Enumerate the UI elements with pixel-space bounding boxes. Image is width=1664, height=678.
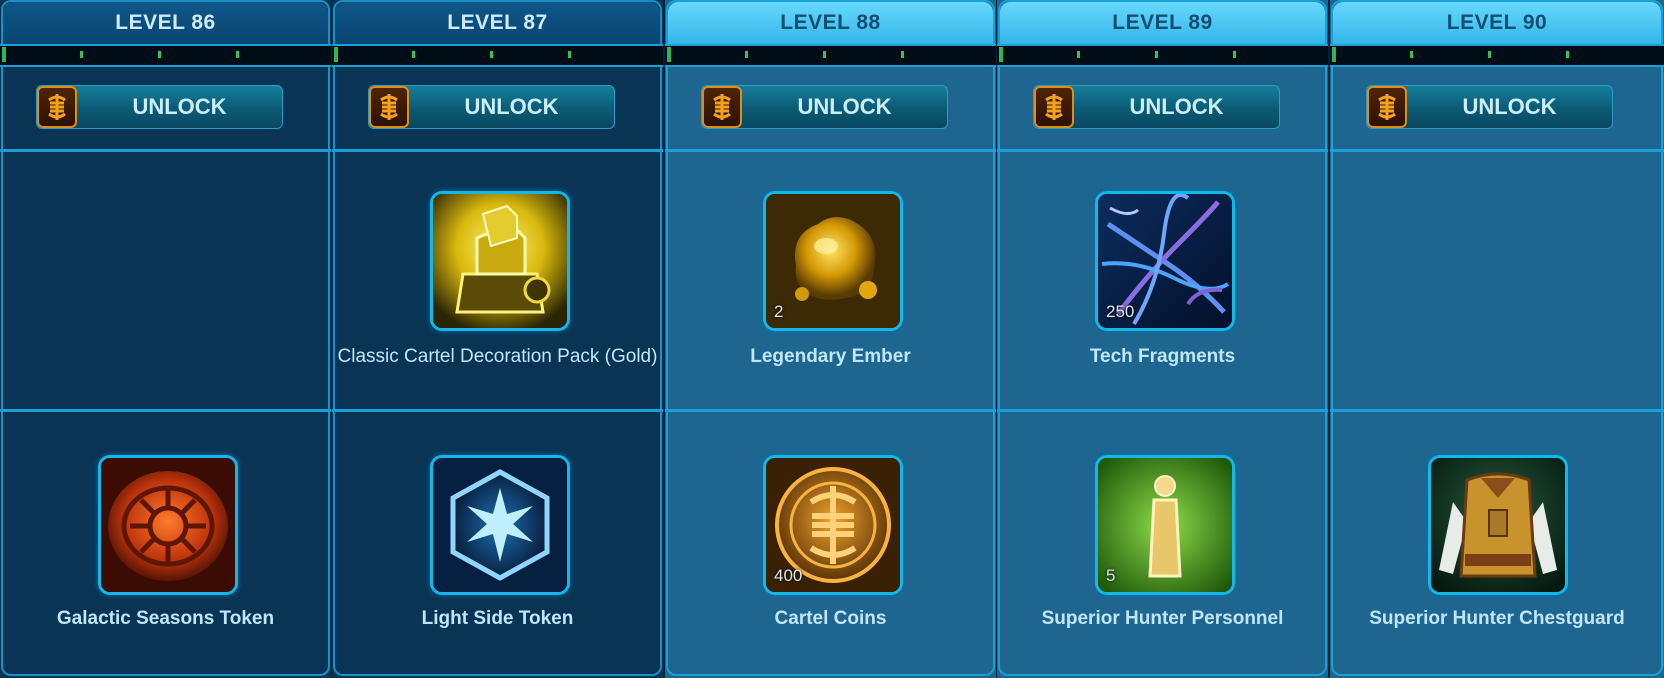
reward-name: Cartel Coins <box>774 608 887 629</box>
level-header: LEVEL 86 <box>3 2 328 44</box>
unlock-label: UNLOCK <box>132 94 227 119</box>
reward-slot[interactable] <box>98 455 238 595</box>
level-column-88: LEVEL 88 UNLOCK 2 Legendary Ember 400 Ca… <box>665 0 996 678</box>
unlock-row: UNLOCK <box>0 65 331 152</box>
reward-slot[interactable]: 2 <box>763 191 903 331</box>
reward-divider <box>1330 409 1664 412</box>
unlock-button[interactable]: UNLOCK <box>368 85 615 129</box>
level-column-87: LEVEL 87 UNLOCK Classic Cartel Decoratio… <box>332 0 663 678</box>
reward-name: Tech Fragments <box>1089 346 1236 367</box>
personnel-icon <box>1098 458 1232 592</box>
reward-name: Galactic Seasons Token <box>56 608 275 629</box>
level-column-89: LEVEL 89 UNLOCK 250 Tech Fragments 5 Sup… <box>997 0 1328 678</box>
cartel-coin-icon <box>702 86 742 128</box>
cartel-coin-icon <box>369 86 409 128</box>
season-reward-track: LEVEL 86 UNLOCK Galactic Seasons Token L… <box>0 0 1664 678</box>
reward-slot[interactable]: 250 <box>1095 191 1235 331</box>
reward-quantity: 2 <box>774 302 784 321</box>
unlock-row: UNLOCK <box>332 65 663 152</box>
level-header: LEVEL 87 <box>335 2 660 44</box>
unlock-button[interactable]: UNLOCK <box>36 85 283 129</box>
level-column-86: LEVEL 86 UNLOCK Galactic Seasons Token <box>0 0 331 678</box>
light-side-token-icon <box>433 458 567 592</box>
reward-name: Legendary Ember <box>750 346 911 367</box>
unlock-button[interactable]: UNLOCK <box>1366 85 1613 129</box>
unlock-button[interactable]: UNLOCK <box>701 85 948 129</box>
level-header: LEVEL 88 <box>668 2 993 44</box>
unlock-button[interactable]: UNLOCK <box>1033 85 1280 129</box>
reward-slot[interactable] <box>430 191 570 331</box>
reward-divider <box>0 409 331 412</box>
cartel-coin-icon <box>37 86 77 128</box>
reward-name: Light Side Token <box>421 608 574 629</box>
progress-tick-bar <box>997 44 1328 67</box>
unlock-row: UNLOCK <box>665 65 996 152</box>
chestguard-icon <box>1431 458 1565 592</box>
reward-divider <box>997 409 1328 412</box>
unlock-label: UNLOCK <box>1129 94 1224 119</box>
reward-slot[interactable] <box>430 455 570 595</box>
unlock-row: UNLOCK <box>997 65 1328 152</box>
unlock-label: UNLOCK <box>797 94 892 119</box>
legendary-ember-icon <box>766 194 900 328</box>
reward-quantity: 5 <box>1106 566 1116 585</box>
progress-tick-bar <box>665 44 996 67</box>
cartel-coin-icon <box>1034 86 1074 128</box>
reward-slot[interactable]: 400 <box>763 455 903 595</box>
level-header: LEVEL 89 <box>1000 2 1325 44</box>
unlock-label: UNLOCK <box>464 94 559 119</box>
level-header: LEVEL 90 <box>1333 2 1661 44</box>
level-column-90: LEVEL 90 UNLOCK Superior Hunter Chestgua… <box>1330 0 1664 678</box>
unlock-row: UNLOCK <box>1330 65 1664 152</box>
reward-divider <box>332 409 663 412</box>
reward-slot[interactable] <box>1428 455 1568 595</box>
reward-quantity: 250 <box>1106 302 1135 321</box>
cartel-coin-icon <box>1367 86 1407 128</box>
reward-slot[interactable]: 5 <box>1095 455 1235 595</box>
progress-tick-bar <box>0 44 331 67</box>
unlock-label: UNLOCK <box>1462 94 1557 119</box>
decoration-pack-icon <box>433 194 567 328</box>
galactic-seasons-token-icon <box>101 458 235 592</box>
reward-name: Superior Hunter Chestguard <box>1369 608 1625 629</box>
progress-tick-bar <box>1330 44 1664 67</box>
reward-quantity: 400 <box>774 566 803 585</box>
reward-name: Superior Hunter Personnel <box>1041 608 1284 629</box>
reward-divider <box>665 409 996 412</box>
reward-name: Classic Cartel Decoration Pack (Gold) <box>337 346 658 367</box>
progress-tick-bar <box>332 44 663 67</box>
